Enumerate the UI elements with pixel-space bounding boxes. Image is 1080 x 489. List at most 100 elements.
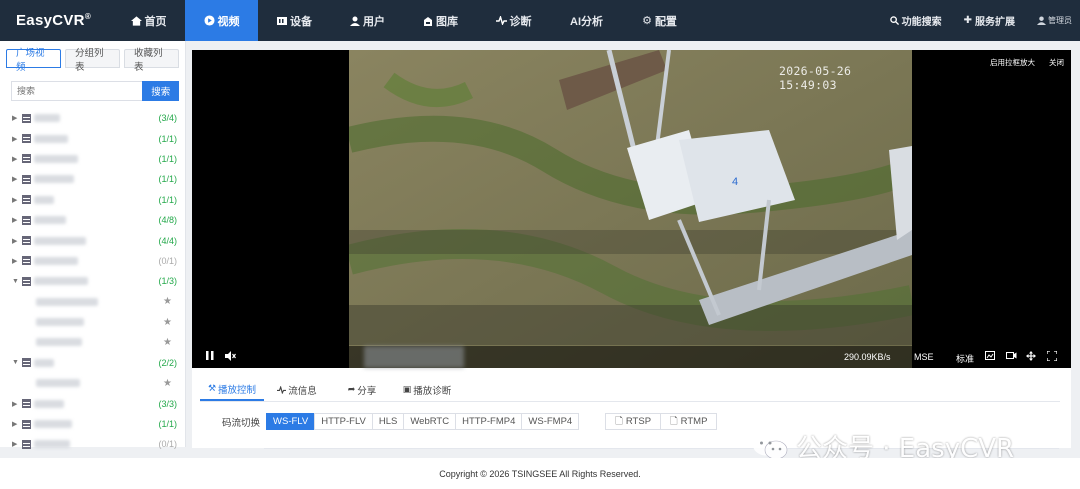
tree-channel[interactable]: ★ [0, 373, 186, 393]
tree-node[interactable]: ▶ (3/4) [0, 108, 186, 128]
nav-device[interactable]: 设备 [258, 0, 331, 41]
device-icon [277, 16, 287, 25]
favorite-star-icon[interactable]: ★ [163, 378, 172, 389]
stream-ws-fmp4[interactable]: WS-FMP4 [521, 413, 580, 430]
favorite-star-icon[interactable]: ★ [163, 337, 172, 348]
snapshot-icon[interactable] [985, 351, 995, 362]
channel-search-input[interactable] [11, 81, 143, 101]
nav-config[interactable]: ⚙ 配置 [623, 0, 696, 41]
tree-node[interactable]: ▶ (1/1) [0, 190, 186, 210]
tab-play-control[interactable]: ⚒ 播放控制 [200, 378, 264, 401]
caret-down-icon[interactable]: ▼ [12, 278, 22, 285]
close-player-link[interactable]: 关闭 [1049, 57, 1064, 68]
enable-zoom-link[interactable]: 启用拉框放大 [990, 57, 1035, 68]
caret-right-icon[interactable]: ▶ [12, 196, 22, 204]
tab-stream-info[interactable]: 流信息 [265, 378, 329, 401]
stream-switch-label: 码流切换 [222, 417, 261, 429]
play-circle-icon [203, 15, 215, 26]
stream-webrtc[interactable]: WebRTC [403, 413, 457, 430]
blurred-node-name [34, 175, 74, 184]
nav-gallery[interactable]: 图库 [404, 0, 477, 41]
tab-share[interactable]: ➦ 分享 [330, 378, 394, 401]
caret-right-icon[interactable]: ▶ [12, 257, 22, 265]
gallery-icon [424, 16, 432, 26]
tab-group-list[interactable]: 分组列表 [65, 48, 120, 73]
caret-right-icon[interactable]: ▶ [12, 155, 22, 163]
caret-down-icon[interactable]: ▼ [12, 359, 22, 366]
tab-play-diagnose[interactable]: ▣ 播放诊断 [395, 378, 459, 401]
video-image: 4 [349, 50, 912, 368]
tab-favorite-list[interactable]: 收藏列表 [124, 48, 179, 73]
nav-home[interactable]: 首页 [112, 0, 185, 41]
tree-node[interactable]: ▶ (1/1) [0, 414, 186, 434]
caret-right-icon[interactable]: ▶ [12, 216, 22, 224]
puzzle-icon: ✚ [963, 15, 972, 26]
tree-channel[interactable]: ★ [0, 292, 186, 312]
tree-node[interactable]: ▶ (0/1) [0, 434, 186, 454]
favorite-star-icon[interactable]: ★ [163, 317, 172, 328]
feature-search-button[interactable]: 功能搜索 [889, 13, 942, 28]
mute-icon[interactable] [225, 351, 236, 363]
player-control-bar: 290.09KB/s MSE 标准 [192, 346, 1071, 368]
home-icon [130, 15, 142, 26]
pause-icon[interactable] [206, 351, 214, 362]
tree-node[interactable]: ▶ (4/8) [0, 210, 186, 230]
document-icon: 🗋 [670, 415, 678, 427]
node-online-count: (3/3) [158, 398, 177, 409]
device-group-icon [22, 399, 31, 409]
tree-node[interactable]: ▶ (0/1) [0, 251, 186, 271]
tree-node[interactable]: ▶ (1/1) [0, 149, 186, 169]
fullscreen-icon[interactable] [1046, 350, 1058, 363]
tree-channel[interactable]: ★ [0, 332, 186, 352]
search-button[interactable]: 搜索 [142, 81, 179, 101]
device-group-icon [22, 174, 31, 184]
sidebar-scrollbar[interactable] [186, 41, 190, 447]
caret-right-icon[interactable]: ▶ [12, 175, 22, 183]
rtmp-address-button[interactable]: 🗋 RTMP [660, 413, 718, 430]
blurred-channel-name [36, 318, 84, 327]
tree-node[interactable]: ▶ (4/4) [0, 230, 186, 250]
video-player[interactable]: 4 2026-05-26 15:49:03 启用拉框放大 关闭 290.09KB… [192, 50, 1071, 368]
node-online-count: (1/1) [158, 419, 177, 430]
caret-right-icon[interactable]: ▶ [12, 400, 22, 408]
tree-node[interactable]: ▶ (3/3) [0, 393, 186, 413]
tree-node[interactable]: ▶ (1/1) [0, 128, 186, 148]
tree-channel[interactable]: ★ [0, 312, 186, 332]
nav-video[interactable]: 视频 [185, 0, 258, 41]
ptz-move-icon[interactable] [1026, 351, 1036, 363]
nav-ai-analysis[interactable]: AI分析 [550, 0, 623, 41]
user-menu[interactable]: 管理员 [1037, 15, 1072, 26]
tree-node[interactable]: ▼ (1/3) [0, 271, 186, 291]
quality-button[interactable]: 标准 [956, 352, 974, 365]
stream-http-flv[interactable]: HTTP-FLV [314, 413, 373, 430]
caret-right-icon[interactable]: ▶ [12, 237, 22, 245]
stream-ws-flv[interactable]: WS-FLV [266, 413, 316, 430]
rtsp-address-button[interactable]: 🗋 RTSP [605, 413, 662, 430]
channel-sidebar: 广场视频 分组列表 收藏列表 搜索 ▶ (3/4) ▶ (1/1) ▶ (1/1) ▶ (1/… [0, 41, 186, 449]
stream-hls[interactable]: HLS [371, 413, 405, 430]
caret-right-icon[interactable]: ▶ [12, 420, 22, 428]
device-group-icon [22, 439, 31, 449]
nav-user[interactable]: 用户 [331, 0, 404, 41]
blurred-node-name [34, 399, 64, 408]
blurred-node-name [34, 236, 86, 245]
record-icon[interactable] [1006, 351, 1017, 362]
app-logo[interactable]: EasyCVR® [0, 12, 112, 29]
stream-http-fmp4[interactable]: HTTP-FMP4 [455, 413, 523, 430]
tree-node[interactable]: ▶ (1/1) [0, 169, 186, 189]
caret-right-icon[interactable]: ▶ [12, 440, 22, 448]
device-group-icon [22, 276, 31, 286]
tab-square-video[interactable]: 广场视频 [6, 48, 61, 73]
caret-right-icon[interactable]: ▶ [12, 135, 22, 143]
favorite-star-icon[interactable]: ★ [163, 296, 172, 307]
blurred-channel-name [36, 297, 98, 306]
service-extension-button[interactable]: ✚ 服务扩展 [964, 13, 1015, 28]
tree-node[interactable]: ▼ (2/2) [0, 353, 186, 373]
share-icon: ➦ [347, 384, 356, 394]
nav-diagnose[interactable]: 诊断 [477, 0, 550, 41]
decode-mode-text[interactable]: MSE [914, 352, 934, 362]
caret-right-icon[interactable]: ▶ [12, 114, 22, 122]
blurred-node-name [34, 114, 60, 123]
device-group-icon [22, 236, 31, 246]
node-online-count: (2/2) [158, 357, 177, 368]
